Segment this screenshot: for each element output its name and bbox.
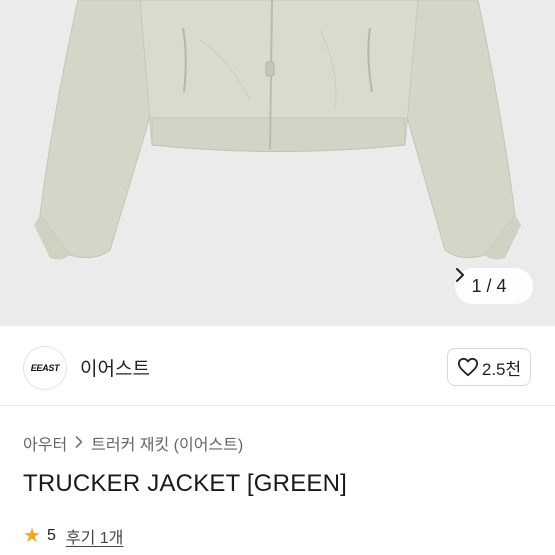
- heart-icon: [457, 357, 479, 377]
- image-counter-text: 1 / 4: [471, 275, 507, 296]
- like-button[interactable]: 2.5천: [447, 348, 531, 386]
- rating-score: 5: [46, 527, 56, 544]
- breadcrumb-category[interactable]: 아우터: [23, 431, 67, 455]
- like-count: 2.5천: [481, 359, 522, 379]
- image-counter[interactable]: 1 / 4: [455, 268, 533, 304]
- breadcrumb: 아우터 트러커 재킷 (이어스트): [23, 431, 243, 455]
- reviews-link[interactable]: 후기 1개: [66, 524, 124, 548]
- chevron-right-icon: [75, 435, 83, 452]
- shop-logo[interactable]: EEAST: [23, 346, 67, 390]
- star-icon: ★: [23, 525, 41, 547]
- product-title: TRUCKER JACKET [GREEN]: [23, 470, 348, 497]
- shop-name[interactable]: 이어스트: [80, 354, 150, 381]
- shop-info-row[interactable]: EEAST 이어스트 2.5천: [0, 326, 555, 406]
- breadcrumb-subcategory[interactable]: 트러커 재킷 (이어스트): [91, 431, 243, 455]
- rating-row: ★ 5 후기 1개: [23, 524, 123, 548]
- product-image-gallery[interactable]: 1 / 4: [0, 0, 555, 326]
